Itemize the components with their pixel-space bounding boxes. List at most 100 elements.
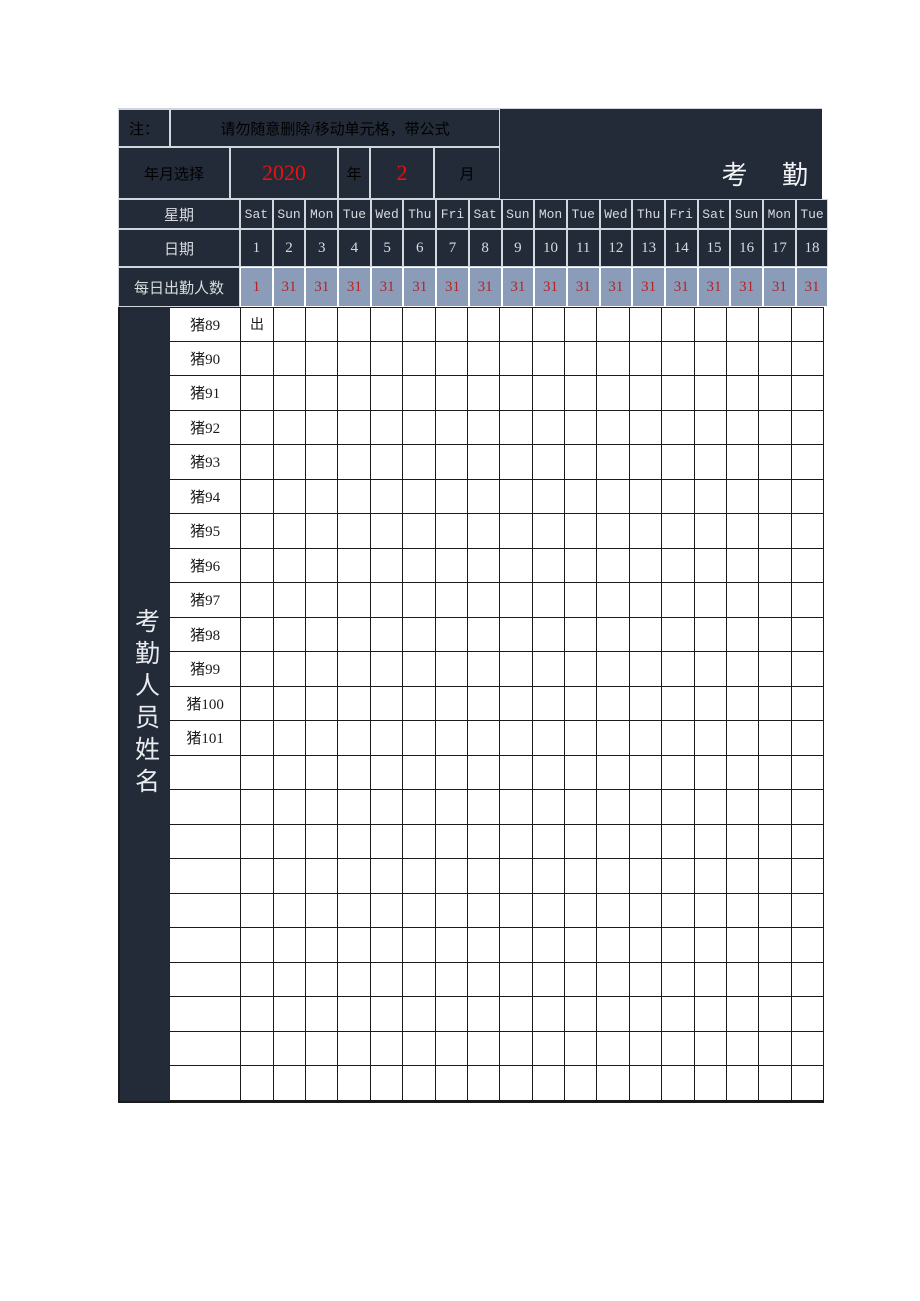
attendance-cell[interactable] [241, 376, 274, 411]
attendance-cell[interactable] [467, 928, 501, 963]
attendance-cell[interactable] [435, 376, 468, 411]
attendance-cell[interactable] [791, 1066, 825, 1101]
employee-name-cell[interactable] [170, 928, 242, 963]
attendance-cell[interactable] [532, 790, 566, 825]
attendance-cell[interactable] [662, 514, 695, 549]
attendance-cell[interactable] [629, 962, 663, 997]
attendance-cell[interactable] [467, 548, 501, 583]
attendance-cell[interactable] [597, 893, 630, 928]
attendance-cell[interactable] [662, 341, 695, 376]
attendance-cell[interactable] [338, 652, 371, 687]
attendance-cell[interactable] [403, 341, 436, 376]
attendance-cell[interactable] [759, 1031, 792, 1066]
attendance-cell[interactable] [306, 410, 339, 445]
attendance-cell[interactable] [500, 514, 533, 549]
attendance-cell[interactable] [759, 514, 792, 549]
attendance-cell[interactable] [565, 410, 598, 445]
attendance-cell[interactable] [370, 548, 404, 583]
attendance-cell[interactable] [306, 893, 339, 928]
attendance-cell[interactable] [306, 997, 339, 1032]
attendance-cell[interactable] [273, 824, 307, 859]
attendance-cell[interactable] [306, 755, 339, 790]
attendance-cell[interactable] [532, 410, 566, 445]
attendance-cell[interactable] [338, 824, 371, 859]
attendance-cell[interactable] [662, 1066, 695, 1101]
attendance-cell[interactable] [629, 721, 663, 756]
attendance-cell[interactable] [694, 583, 727, 618]
attendance-cell[interactable] [791, 824, 825, 859]
attendance-cell[interactable] [370, 617, 404, 652]
attendance-cell[interactable] [338, 583, 371, 618]
attendance-cell[interactable] [435, 1031, 468, 1066]
attendance-cell[interactable] [435, 997, 468, 1032]
attendance-cell[interactable] [694, 376, 727, 411]
attendance-cell[interactable] [532, 341, 566, 376]
attendance-cell[interactable] [435, 445, 468, 480]
attendance-cell[interactable] [403, 479, 436, 514]
year-input[interactable]: 2020 [230, 147, 338, 199]
attendance-cell[interactable] [435, 686, 468, 721]
attendance-cell[interactable] [629, 376, 663, 411]
attendance-cell[interactable] [273, 548, 307, 583]
attendance-cell[interactable] [370, 928, 404, 963]
attendance-cell[interactable] [694, 997, 727, 1032]
attendance-cell[interactable] [629, 479, 663, 514]
attendance-cell[interactable] [435, 962, 468, 997]
attendance-cell[interactable] [241, 790, 274, 825]
employee-name-cell[interactable]: 猪91 [170, 376, 242, 411]
attendance-cell[interactable] [759, 548, 792, 583]
attendance-cell[interactable] [597, 307, 630, 342]
attendance-cell[interactable] [629, 652, 663, 687]
employee-name-cell[interactable]: 猪93 [170, 445, 242, 480]
attendance-cell[interactable] [338, 790, 371, 825]
attendance-cell[interactable] [565, 859, 598, 894]
attendance-cell[interactable] [338, 997, 371, 1032]
attendance-cell[interactable] [565, 445, 598, 480]
attendance-cell[interactable] [565, 307, 598, 342]
attendance-cell[interactable] [370, 479, 404, 514]
attendance-cell[interactable] [565, 790, 598, 825]
employee-name-cell[interactable]: 猪92 [170, 410, 242, 445]
attendance-cell[interactable] [273, 893, 307, 928]
attendance-cell[interactable] [662, 824, 695, 859]
attendance-cell[interactable] [370, 790, 404, 825]
attendance-cell[interactable] [500, 859, 533, 894]
attendance-cell[interactable] [791, 686, 825, 721]
attendance-cell[interactable] [791, 410, 825, 445]
attendance-cell[interactable] [467, 617, 501, 652]
attendance-cell[interactable] [435, 721, 468, 756]
attendance-cell[interactable] [629, 410, 663, 445]
attendance-cell[interactable] [726, 479, 760, 514]
attendance-cell[interactable] [565, 928, 598, 963]
attendance-cell[interactable] [306, 652, 339, 687]
attendance-cell[interactable] [273, 617, 307, 652]
attendance-cell[interactable] [370, 686, 404, 721]
attendance-cell[interactable] [435, 859, 468, 894]
attendance-cell[interactable] [241, 341, 274, 376]
employee-name-cell[interactable]: 猪90 [170, 341, 242, 376]
attendance-cell[interactable] [241, 617, 274, 652]
attendance-cell[interactable] [791, 790, 825, 825]
attendance-cell[interactable] [467, 755, 501, 790]
attendance-cell[interactable] [597, 514, 630, 549]
attendance-cell[interactable] [306, 479, 339, 514]
attendance-cell[interactable] [338, 341, 371, 376]
attendance-cell[interactable] [403, 1066, 436, 1101]
attendance-cell[interactable] [403, 790, 436, 825]
attendance-cell[interactable] [403, 445, 436, 480]
employee-name-cell[interactable]: 猪97 [170, 583, 242, 618]
attendance-cell[interactable] [629, 341, 663, 376]
attendance-cell[interactable] [500, 479, 533, 514]
attendance-cell[interactable] [435, 307, 468, 342]
attendance-cell[interactable] [403, 997, 436, 1032]
attendance-cell[interactable] [500, 997, 533, 1032]
attendance-cell[interactable] [273, 1031, 307, 1066]
attendance-cell[interactable] [403, 824, 436, 859]
attendance-cell[interactable] [597, 962, 630, 997]
attendance-cell[interactable] [726, 548, 760, 583]
attendance-cell[interactable] [694, 1066, 727, 1101]
attendance-cell[interactable] [241, 686, 274, 721]
attendance-cell[interactable] [726, 859, 760, 894]
attendance-cell[interactable] [500, 583, 533, 618]
attendance-cell[interactable] [403, 962, 436, 997]
